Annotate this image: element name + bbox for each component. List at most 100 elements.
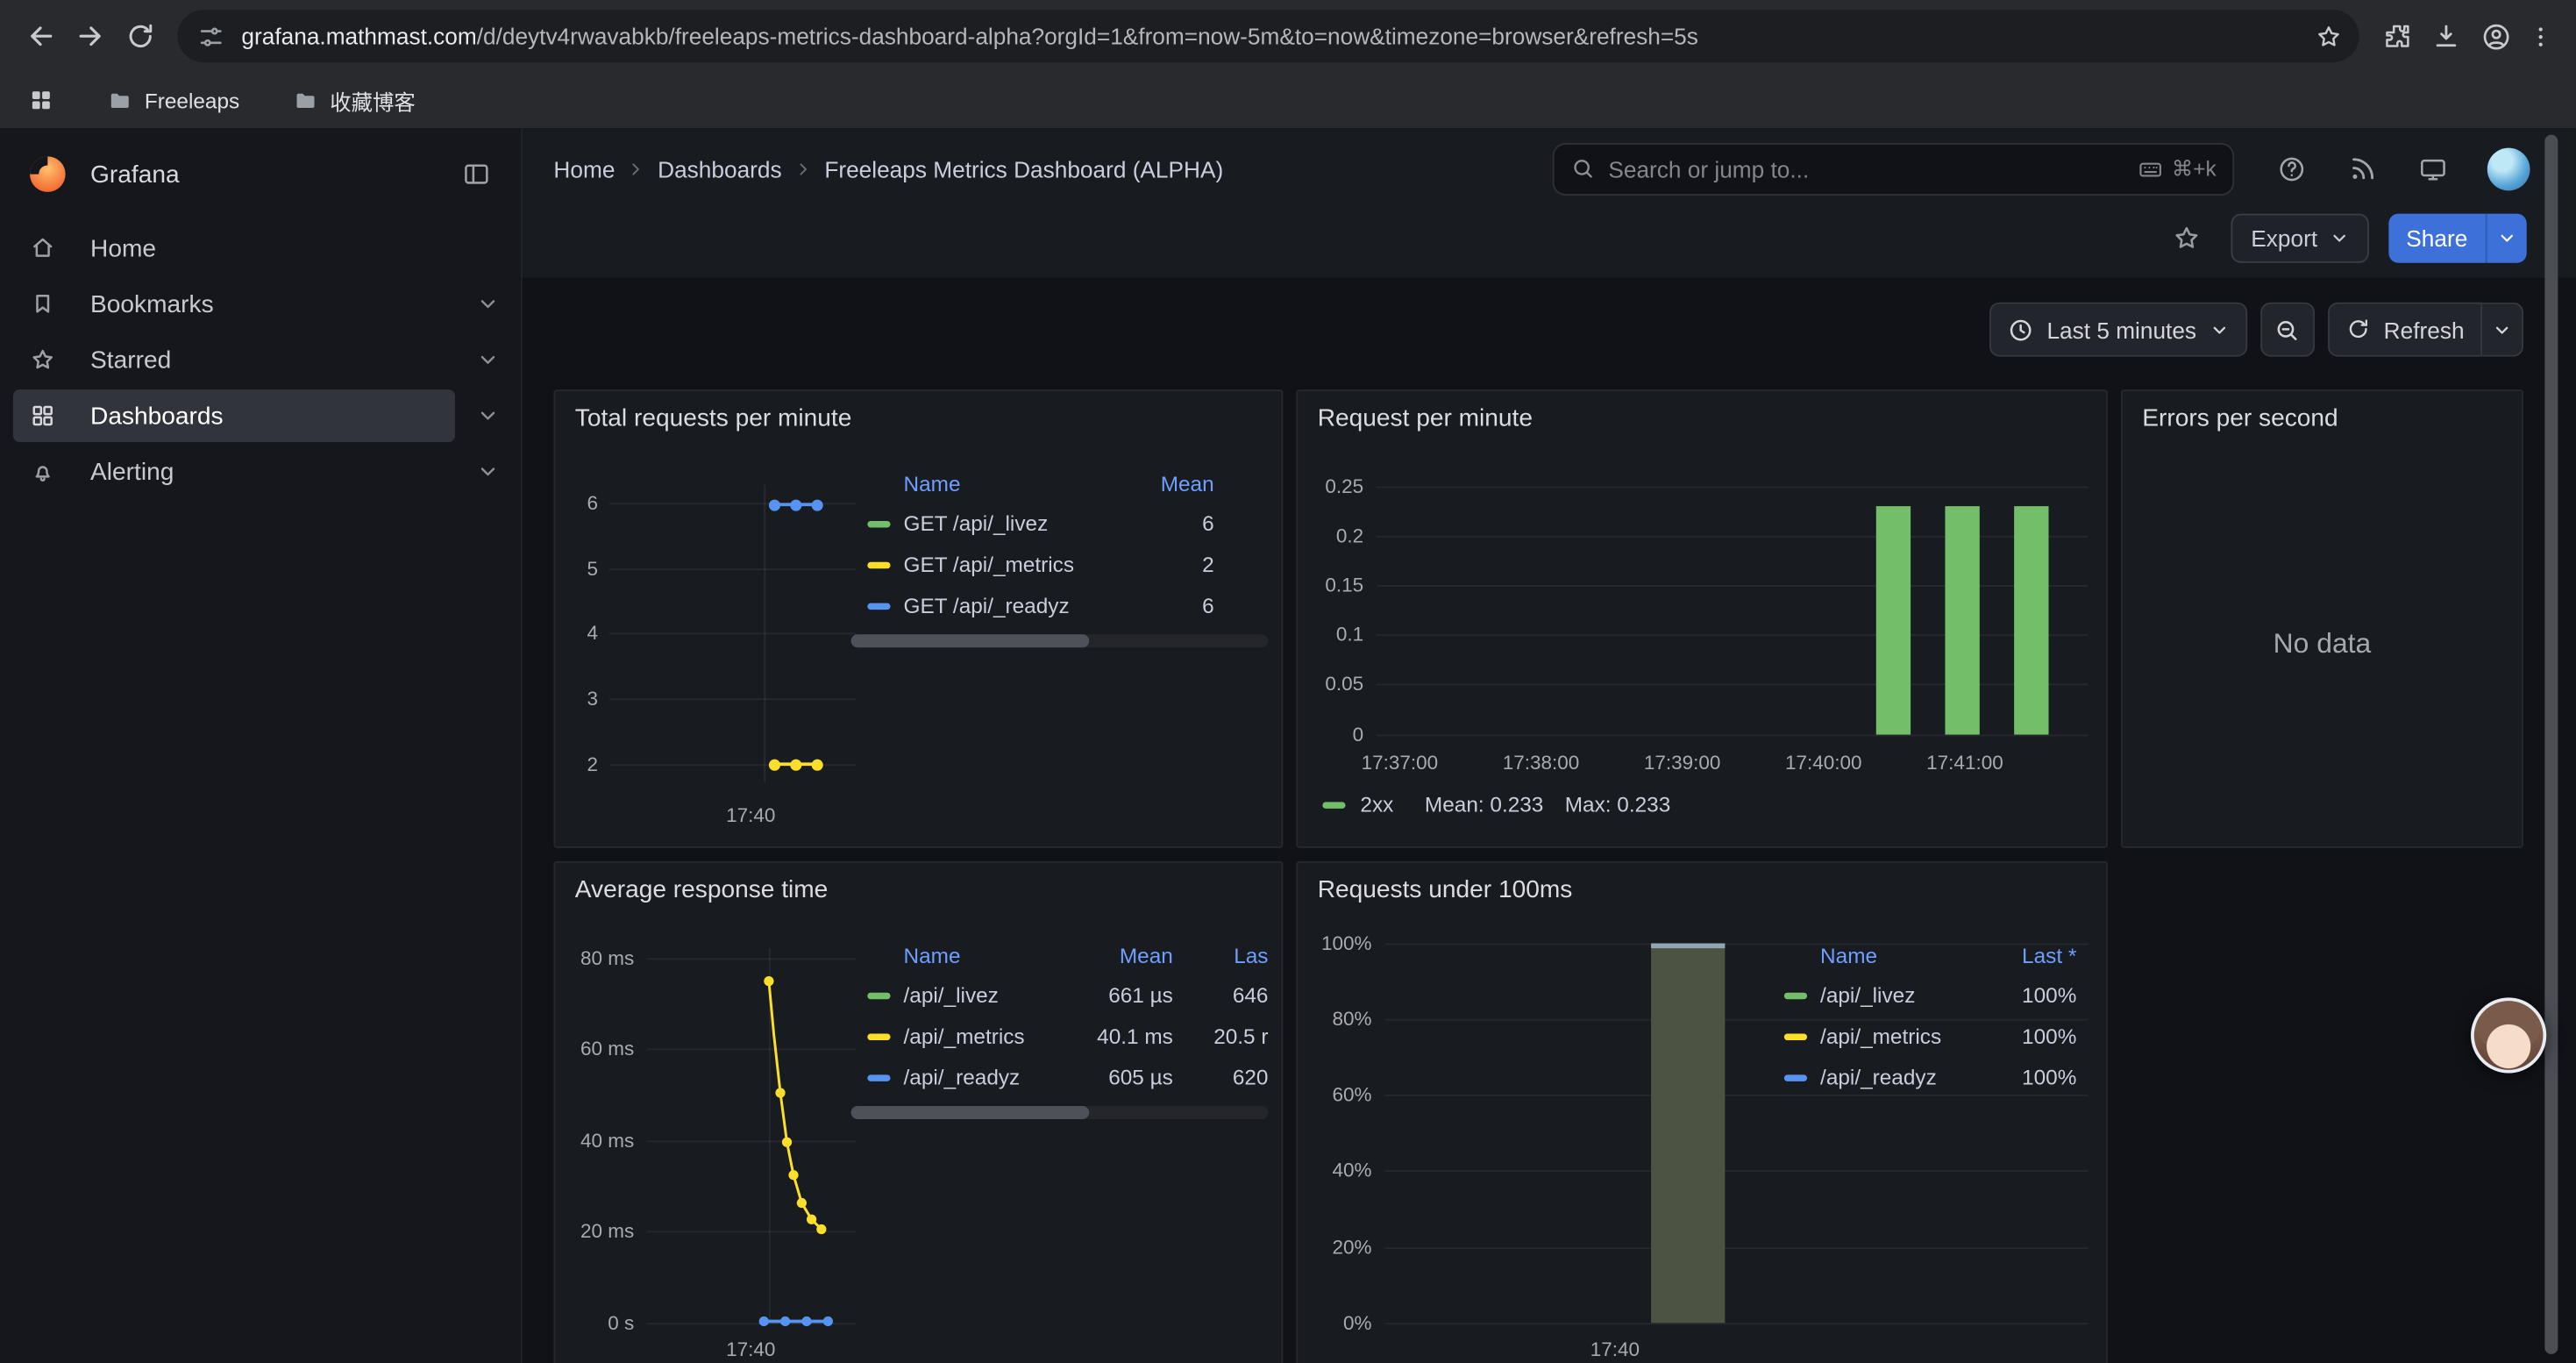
zoom-out-icon[interactable] [2260, 303, 2315, 357]
folder-icon [107, 87, 133, 113]
gridline [609, 698, 856, 700]
series-color-swatch [867, 1074, 890, 1080]
export-button[interactable]: Export [2231, 214, 2368, 263]
folder-icon [292, 87, 318, 113]
chevron-down-icon [2210, 319, 2229, 339]
dashboard-content: Last 5 minutes Refresh Total requests [523, 278, 2576, 1363]
panel-title[interactable]: Requests under 100ms [1318, 876, 1573, 904]
dock-sidebar-icon[interactable] [452, 150, 501, 199]
breadcrumb-home[interactable]: Home [553, 155, 615, 182]
series-color-swatch [1784, 1074, 1807, 1080]
time-range-picker[interactable]: Last 5 minutes [1989, 303, 2247, 357]
data-point [812, 760, 823, 771]
series-name[interactable]: 2xx [1360, 792, 1393, 817]
bookmark-folder-freeleaps[interactable]: Freeleaps [96, 82, 252, 118]
site-info-icon[interactable] [197, 22, 225, 50]
keyboard-icon [2138, 155, 2164, 182]
series-color-swatch [867, 561, 890, 567]
series-color-swatch [867, 992, 890, 998]
user-avatar[interactable] [2487, 147, 2530, 190]
legend-scrollbar[interactable] [851, 634, 1269, 647]
panel-errors-per-second: Errors per second No data [2121, 389, 2523, 848]
browser-menu-icon[interactable] [2520, 11, 2559, 61]
series-mean: Mean: 0.233 [1425, 792, 1543, 817]
search-shortcut: ⌘+k [2138, 155, 2217, 182]
panel-title[interactable]: Average response time [575, 876, 829, 904]
legend-col-name[interactable]: Name [904, 943, 1071, 967]
chevron-down-icon[interactable] [455, 444, 521, 500]
legend: Name Last * /api/_livez 100% /api/_metri… [1768, 935, 2089, 1097]
bookmark-folder-blogs[interactable]: 收藏博客 [281, 80, 427, 121]
panel-title[interactable]: Total requests per minute [575, 404, 852, 432]
legend-scrollbar[interactable] [851, 1106, 1269, 1119]
nav-item-home[interactable]: Home [0, 220, 521, 276]
scrollbar[interactable] [2544, 135, 2558, 1354]
search-input[interactable] [1608, 155, 2137, 182]
gridline [1377, 536, 2088, 538]
series-color-swatch [867, 603, 890, 609]
breadcrumb-dashboards[interactable]: Dashboards [658, 155, 781, 182]
legend-row[interactable]: /api/_livez 661 µs 646 [851, 974, 1269, 1016]
profile-icon[interactable] [2471, 11, 2520, 61]
breadcrumb: Home Dashboards Freeleaps Metrics Dashbo… [523, 128, 2576, 209]
refresh-icon [2346, 318, 2371, 342]
bookmark-star-icon[interactable] [2307, 15, 2350, 58]
legend-row[interactable]: GET /api/_metrics 2 [851, 544, 1269, 585]
legend-col-name[interactable]: Name [1820, 943, 1978, 967]
nav-item-starred[interactable]: Starred [0, 332, 521, 388]
data-point [812, 500, 823, 511]
bookmarks-bar: Freeleaps 收藏博客 [0, 72, 2576, 128]
panel-title[interactable]: Errors per second [2142, 404, 2338, 432]
back-button[interactable] [17, 11, 66, 61]
nav-label: Dashboards [90, 402, 224, 430]
series-color-swatch [1784, 992, 1807, 998]
refresh-button[interactable]: Refresh [2328, 303, 2482, 357]
grafana-logo[interactable] [26, 153, 69, 196]
panel-title[interactable]: Request per minute [1318, 404, 1533, 432]
panel-avg-response-time: Average response time 80 ms 60 ms 40 ms … [553, 861, 1283, 1363]
help-icon[interactable] [2277, 153, 2307, 183]
chart-lines [647, 945, 857, 1326]
chevron-right-icon [793, 159, 813, 178]
assistant-avatar[interactable] [2471, 997, 2546, 1073]
legend-col-mean[interactable]: Mean [1071, 943, 1173, 967]
chevron-down-icon[interactable] [455, 276, 521, 332]
chevron-down-icon[interactable] [455, 388, 521, 444]
extensions-icon[interactable] [2373, 11, 2422, 61]
nav-item-dashboards[interactable]: Dashboards [0, 388, 521, 444]
url-bar[interactable]: grafana.mathmast.com/d/deytv4rwavabkb/fr… [177, 10, 2359, 62]
legend-row[interactable]: GET /api/_livez 6 [851, 503, 1269, 544]
legend-row[interactable]: /api/_readyz 100% [1768, 1057, 2089, 1098]
gridline [764, 485, 765, 782]
chevron-down-icon [2329, 228, 2348, 247]
gridline [609, 632, 856, 634]
dashboards-icon [30, 403, 56, 429]
share-dropdown-button[interactable] [2486, 214, 2527, 263]
legend-col-last[interactable]: Last * [1978, 943, 2076, 967]
refresh-interval-dropdown[interactable] [2482, 303, 2523, 357]
monitor-icon[interactable] [2418, 153, 2448, 183]
gridline [1377, 634, 2088, 636]
chevron-down-icon[interactable] [455, 332, 521, 388]
home-icon [30, 235, 56, 261]
downloads-icon[interactable] [2422, 11, 2471, 61]
share-button[interactable]: Share [2388, 214, 2486, 263]
forward-button[interactable] [66, 11, 115, 61]
nav-item-alerting[interactable]: Alerting [0, 444, 521, 500]
nav-item-bookmarks[interactable]: Bookmarks [0, 276, 521, 332]
legend-row[interactable]: GET /api/_readyz 6 [851, 585, 1269, 626]
reload-button[interactable] [115, 11, 164, 61]
series-max: Max: 0.233 [1565, 792, 1671, 817]
search-box[interactable]: ⌘+k [1553, 142, 2235, 195]
data-point [769, 760, 780, 771]
legend-col-last[interactable]: Las [1173, 943, 1269, 967]
apps-grid-icon[interactable] [19, 79, 62, 122]
legend-col-name[interactable]: Name [904, 471, 1135, 496]
rss-icon[interactable] [2348, 153, 2378, 183]
legend-col-mean[interactable]: Mean [1135, 471, 1214, 496]
favorite-star-icon[interactable] [2162, 214, 2211, 263]
legend-row[interactable]: /api/_metrics 40.1 ms 20.5 r [851, 1016, 1269, 1057]
legend-row[interactable]: /api/_livez 100% [1768, 974, 2089, 1016]
legend-row[interactable]: /api/_readyz 605 µs 620 [851, 1057, 1269, 1098]
legend-row[interactable]: /api/_metrics 100% [1768, 1016, 2089, 1057]
